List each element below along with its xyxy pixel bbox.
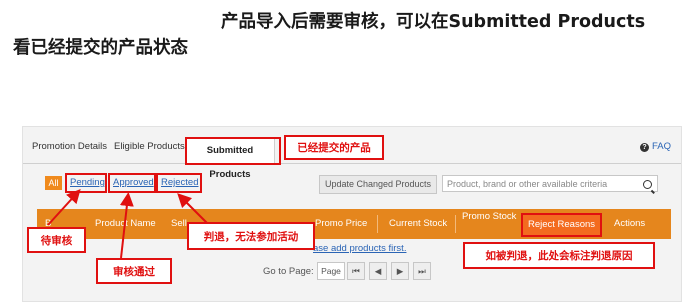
callout-pending: 待审核 [27,227,86,253]
callout-submitted: 已经提交的产品 [284,135,384,160]
arrow-pending [47,189,81,226]
callout-approved: 审核通过 [96,258,172,284]
callout-reject-reason: 如被判退，此处会标注判退原因 [463,242,655,269]
arrow-approved [119,192,134,259]
callout-rejected: 判退，无法参加活动 [187,222,315,250]
